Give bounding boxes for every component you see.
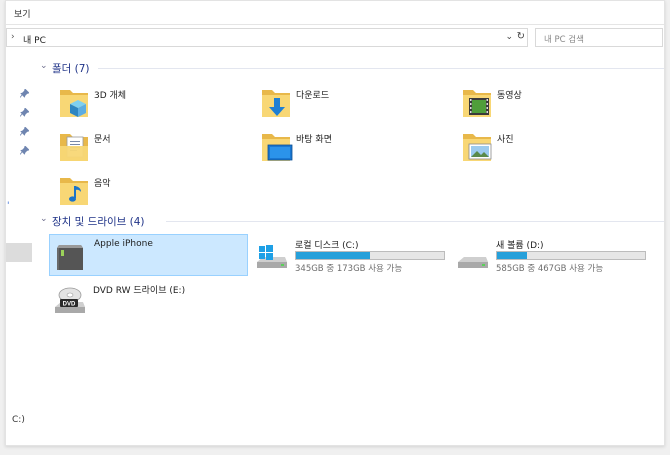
pin-icon xyxy=(20,127,29,136)
search-input[interactable]: 내 PC 검색 xyxy=(544,33,584,45)
pin-icon xyxy=(20,89,29,98)
dvd-drive-icon: DVD xyxy=(53,283,87,317)
drive-usage-fill xyxy=(497,252,527,259)
address-row: › 내 PC ⌄ ↻ 내 PC 검색 xyxy=(6,28,664,48)
drive-item-e[interactable]: DVD DVD RW 드라이브 (E:) xyxy=(49,279,248,321)
chevron-right-icon[interactable]: › xyxy=(11,32,15,42)
folder-label: 음악 xyxy=(94,179,111,189)
pin-icon xyxy=(20,108,29,117)
drive-name: 로컬 디스크 (C:) xyxy=(295,241,359,251)
drive-free-space: 585GB 중 467GB 사용 가능 xyxy=(496,264,604,274)
folder-item[interactable]: 사진 xyxy=(461,128,651,168)
videos-folder-icon xyxy=(461,84,495,120)
folder-label: 3D 개체 xyxy=(94,91,127,101)
folder-item[interactable]: 3D 개체 xyxy=(58,84,248,124)
documents-folder-icon xyxy=(58,128,92,164)
dvd-badge: DVD xyxy=(63,302,76,308)
3d-objects-folder-icon xyxy=(58,84,92,120)
folder-label: 동영상 xyxy=(497,91,522,101)
navigation-pane: ' xyxy=(6,49,34,445)
drive-name: DVD RW 드라이브 (E:) xyxy=(93,286,186,296)
drive-item-c[interactable]: 로컬 디스크 (C:) 345GB 중 173GB 사용 가능 xyxy=(251,234,451,276)
folder-item[interactable]: 음악 xyxy=(58,172,248,212)
nav-item-selected[interactable] xyxy=(6,243,32,262)
nav-item-drive-c[interactable]: C:) xyxy=(12,415,25,425)
chevron-down-icon[interactable]: ⌄ xyxy=(505,32,513,42)
folder-label: 사진 xyxy=(497,135,514,145)
folder-label: 다운로드 xyxy=(296,91,330,101)
drive-usage-bar xyxy=(496,251,646,260)
explorer-window: 보기 › 내 PC ⌄ ↻ 내 PC 검색 ' C:) ⌄ 폴더 (7) 3D … xyxy=(5,0,665,446)
windows-drive-icon xyxy=(255,238,289,272)
address-path[interactable]: 내 PC xyxy=(23,33,46,46)
drive-free-space: 345GB 중 173GB 사용 가능 xyxy=(295,264,403,274)
folder-item[interactable]: 문서 xyxy=(58,128,248,168)
pictures-folder-icon xyxy=(461,128,495,164)
drive-usage-bar xyxy=(295,251,445,260)
tab-view[interactable]: 보기 xyxy=(14,7,31,20)
content-pane: ⌄ 폴더 (7) 3D 개체 다운로드 동영상 문서 바탕 화면 사진 음악 ⌄… xyxy=(36,49,664,445)
chevron-down-icon[interactable]: ⌄ xyxy=(40,61,48,71)
folder-item[interactable]: 바탕 화면 xyxy=(260,128,450,168)
music-folder-icon xyxy=(58,172,92,208)
drive-item-d[interactable]: 새 볼륨 (D:) 585GB 중 467GB 사용 가능 xyxy=(452,234,652,276)
group-title: 장치 및 드라이브 (4) xyxy=(52,216,145,228)
group-header-folders[interactable]: ⌄ 폴더 (7) xyxy=(36,60,664,76)
hard-drive-icon xyxy=(456,238,490,272)
downloads-folder-icon xyxy=(260,84,294,120)
group-header-drives[interactable]: ⌄ 장치 및 드라이브 (4) xyxy=(36,213,664,229)
nav-item-fragment[interactable]: ' xyxy=(7,201,9,211)
search-box[interactable]: 내 PC 검색 xyxy=(535,28,663,47)
chevron-down-icon[interactable]: ⌄ xyxy=(40,214,48,224)
folder-item[interactable]: 다운로드 xyxy=(260,84,450,124)
drive-name: 새 볼륨 (D:) xyxy=(496,241,544,251)
refresh-icon[interactable]: ↻ xyxy=(517,31,525,42)
pin-icon xyxy=(20,146,29,155)
desktop-folder-icon xyxy=(260,128,294,164)
group-divider xyxy=(166,221,664,222)
folder-label: 문서 xyxy=(94,135,111,145)
drive-usage-fill xyxy=(296,252,370,259)
device-item-iphone[interactable]: Apple iPhone xyxy=(49,234,248,276)
device-name: Apple iPhone xyxy=(94,239,153,249)
folder-item[interactable]: 동영상 xyxy=(461,84,651,124)
address-bar[interactable]: › 내 PC ⌄ ↻ xyxy=(6,28,528,47)
ribbon: 보기 xyxy=(6,1,664,25)
folder-label: 바탕 화면 xyxy=(296,135,332,145)
group-divider xyxy=(98,68,664,69)
phone-device-icon xyxy=(54,239,88,273)
group-title: 폴더 (7) xyxy=(52,63,90,75)
